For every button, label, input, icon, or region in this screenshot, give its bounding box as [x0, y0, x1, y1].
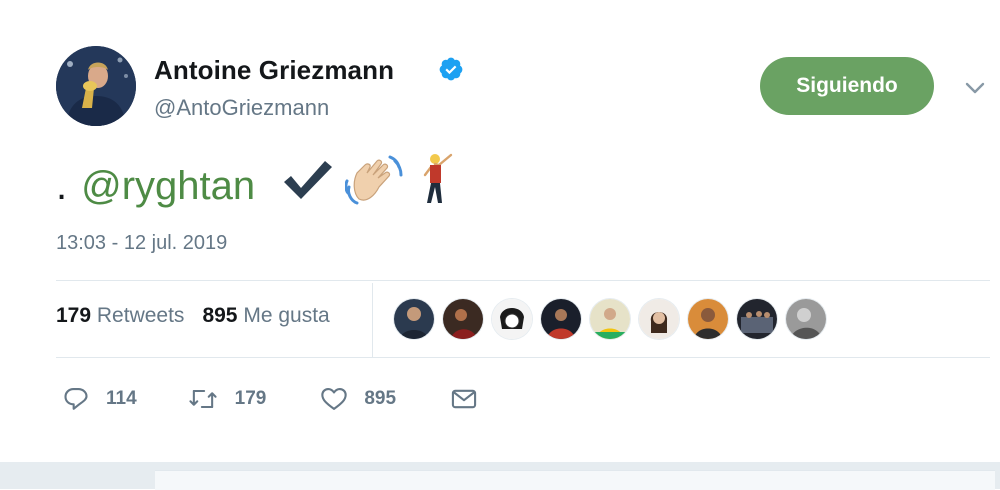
following-button[interactable]: Siguiendo — [760, 57, 934, 115]
reply-icon — [64, 388, 88, 410]
tweet-actions: 114 179 895 — [62, 384, 478, 414]
retweets-count: 179 — [56, 304, 92, 327]
divider — [56, 280, 990, 281]
reply-area-edge — [155, 470, 995, 490]
divider — [56, 357, 990, 358]
waving-hand-icon — [344, 153, 405, 219]
liker-avatar[interactable] — [394, 299, 434, 339]
retweet-count: 179 — [234, 388, 267, 409]
liker-avatar[interactable] — [639, 299, 679, 339]
heart-icon — [321, 388, 348, 410]
like-button[interactable]: 895 — [320, 385, 396, 413]
retweet-button[interactable]: 179 — [187, 385, 267, 413]
author-avatar[interactable] — [56, 46, 136, 126]
retweets-label: Retweets — [96, 304, 185, 327]
mention-link[interactable]: @ryghtan — [81, 161, 255, 211]
tweet-timestamp[interactable]: 13:03 - 12 jul. 2019 — [56, 232, 227, 255]
retweet-icon — [189, 389, 217, 409]
stats-separator — [372, 283, 373, 357]
tweet-text-prefix: . — [56, 164, 68, 208]
tweet-text: . @ryghtan — [56, 153, 469, 214]
author-handle[interactable]: @AntoGriezmann — [154, 95, 329, 121]
reply-button[interactable]: 114 — [62, 385, 137, 413]
liker-avatar[interactable] — [492, 299, 532, 339]
tweet-card: Antoine Griezmann @AntoGriezmann Siguien… — [0, 0, 1000, 490]
reply-count: 114 — [106, 388, 137, 409]
like-count: 895 — [364, 388, 397, 409]
envelope-icon — [451, 389, 477, 409]
liker-avatar[interactable] — [590, 299, 630, 339]
liker-avatar[interactable] — [688, 299, 728, 339]
direct-message-button[interactable] — [450, 385, 478, 413]
retweets-stat[interactable]: 179 Retweets — [56, 304, 184, 327]
author-name[interactable]: Antoine Griezmann — [154, 55, 394, 86]
likes-stat[interactable]: 895 Me gusta — [202, 304, 329, 327]
liker-avatar[interactable] — [443, 299, 483, 339]
tweet-stats: 179 Retweets 895 Me gusta — [56, 304, 330, 328]
heavy-check-mark-icon — [281, 158, 333, 214]
liker-avatar[interactable] — [786, 299, 826, 339]
chevron-down-icon[interactable] — [964, 80, 986, 96]
verified-badge-icon — [439, 57, 463, 81]
dancer-icon — [417, 153, 457, 219]
liker-avatar[interactable] — [541, 299, 581, 339]
liker-avatar[interactable] — [737, 299, 777, 339]
likes-label: Me gusta — [243, 304, 330, 327]
liked-by-avatars — [394, 299, 835, 339]
likes-count: 895 — [202, 304, 238, 327]
